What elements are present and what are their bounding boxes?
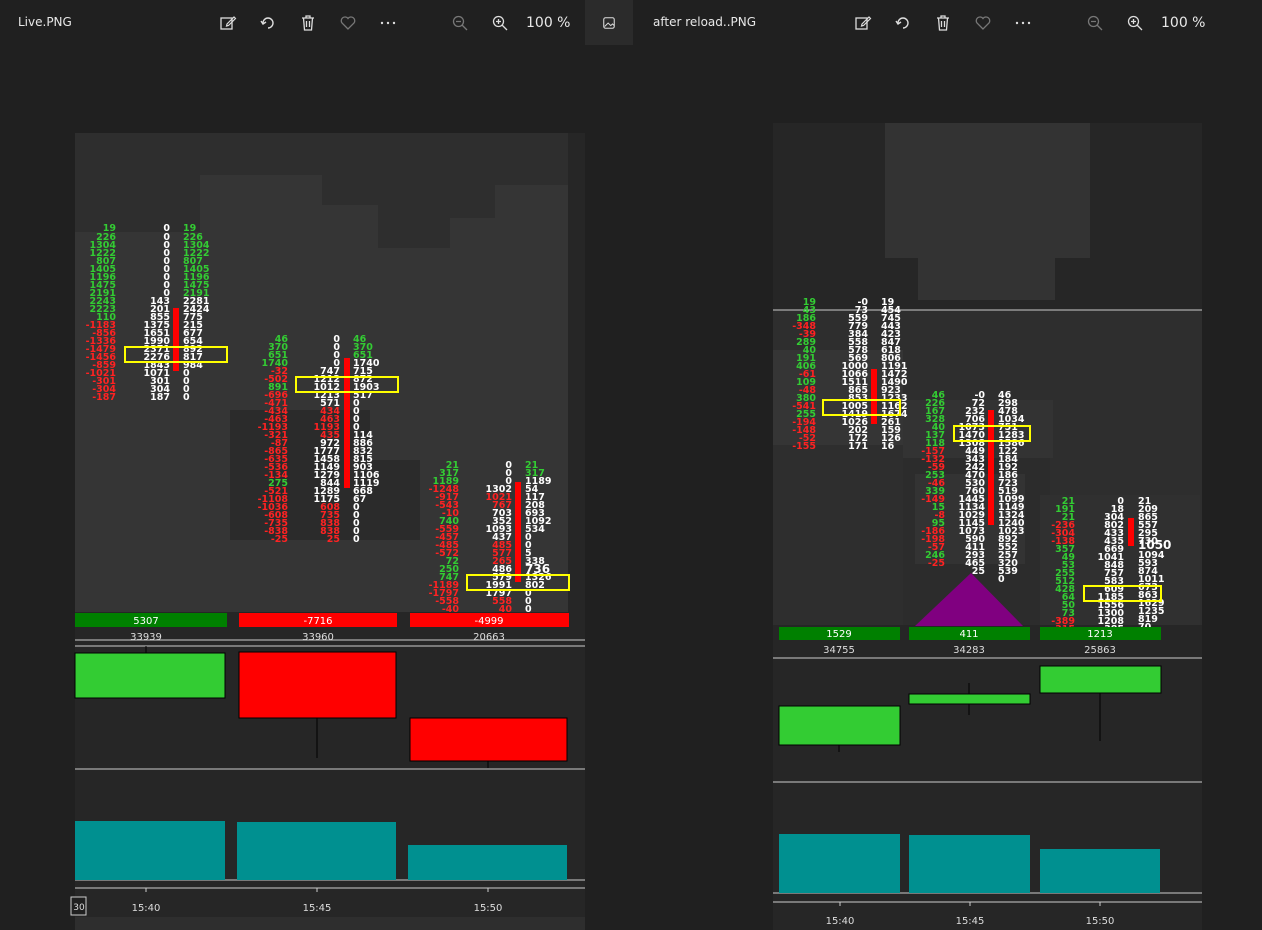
svg-text:25: 25 (327, 534, 340, 545)
left-image-pane: Live.PNG 100 % 19 226 1304 1222 807 1405… (0, 0, 585, 930)
time-label: 15:40 (826, 916, 855, 927)
time-label: 15:40 (132, 903, 161, 914)
time-label: 15:45 (956, 916, 985, 927)
candle (1039, 665, 1162, 694)
left-footprint-chart: 1922613041222 807140511961475 2191224322… (70, 133, 585, 930)
svg-text:-25: -25 (271, 534, 288, 545)
candle (409, 717, 568, 762)
volume-value: 34283 (953, 645, 985, 656)
time-label: 15:50 (474, 903, 503, 914)
delta-value: 411 (959, 629, 978, 640)
svg-text:0: 0 (998, 574, 1005, 585)
svg-text:0: 0 (183, 392, 190, 403)
volume-value: 20663 (473, 632, 505, 643)
candle (908, 693, 1031, 705)
delta-value: -4999 (474, 616, 503, 627)
volume-bar (408, 845, 567, 880)
time-label: 15:50 (1086, 916, 1115, 927)
svg-text:187: 187 (150, 392, 170, 403)
delta-value: 1213 (1087, 629, 1112, 640)
volume-value: 34755 (823, 645, 855, 656)
time-label: 15:45 (303, 903, 332, 914)
volume-bar (237, 822, 396, 880)
candle (74, 652, 226, 699)
right-image-pane: after reload..PNG 100 % 19 43 186 -348 -… (585, 0, 1262, 930)
right-footprint-chart: 1943186 -348-39 28940191406 -61 109 -48 … (773, 123, 1202, 930)
svg-text:0: 0 (353, 534, 360, 545)
candle (238, 651, 397, 719)
svg-text:-25: -25 (928, 558, 945, 569)
delta-value: 1529 (826, 629, 851, 640)
volume-value: 33960 (302, 632, 334, 643)
svg-text:171: 171 (848, 441, 868, 452)
volume-bar (1040, 849, 1160, 893)
delta-value: -7716 (303, 616, 332, 627)
svg-text:16: 16 (881, 441, 895, 452)
volume-bar (909, 835, 1030, 893)
volume-value: 33939 (130, 632, 162, 643)
volume-bar (75, 821, 225, 880)
volume-bar (779, 834, 900, 893)
delta-value: 5307 (133, 616, 158, 627)
svg-text:25: 25 (972, 566, 985, 577)
volume-value: 25863 (1084, 645, 1116, 656)
svg-text:-155: -155 (792, 441, 816, 452)
time-cursor-label: 30 (73, 903, 85, 913)
candle (778, 705, 901, 746)
svg-text:-187: -187 (92, 392, 116, 403)
